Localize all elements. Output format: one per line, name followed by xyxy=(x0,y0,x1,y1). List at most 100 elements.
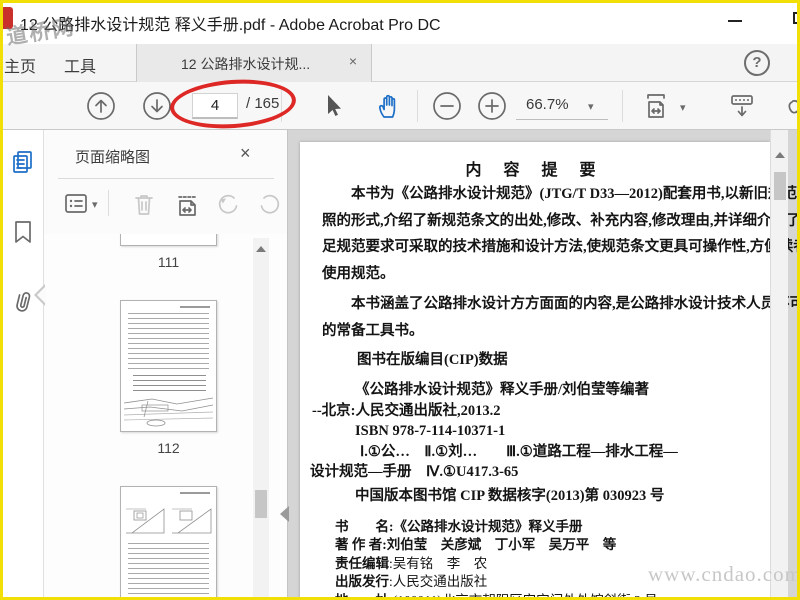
book-info-label: 地 址 xyxy=(335,593,389,600)
thumbnail-list: 111 112 xyxy=(44,234,287,600)
rotate-ccw-icon xyxy=(218,194,238,214)
collapse-toolbar-icon xyxy=(731,95,753,117)
title-bar: 12 公路排水设计规范 释义手册.pdf - Adobe Acrobat Pro… xyxy=(0,0,800,49)
page-thumbnails-panel: 页面缩略图 × ▾ 111 112 xyxy=(44,130,288,600)
summary-line: 本书为《公路排水设计规范》(JTG/T D33—2012)配套用书,以新旧规范条… xyxy=(351,186,800,202)
summary-line: 的常备工具书。 xyxy=(322,322,424,339)
zoom-out-button[interactable] xyxy=(431,90,463,122)
thumbnail-113-header xyxy=(180,492,210,494)
cip-line: 设计规范—手册 Ⅳ.①U417.3-65 xyxy=(310,464,519,480)
tab-document[interactable]: 12 公路排水设计规... × xyxy=(136,44,372,82)
hand-icon xyxy=(378,94,396,118)
tab-bar: 主页 工具 12 公路排水设计规... × ? xyxy=(0,44,800,82)
book-info-label: 出版发行 xyxy=(335,574,389,590)
zoom-level-dropdown[interactable]: 66.7% ▾ xyxy=(516,92,608,120)
window-title: 12 公路排水设计规范 释义手册.pdf - Adobe Acrobat Pro… xyxy=(20,17,441,34)
thumbnail-112-list xyxy=(133,375,206,393)
panel-toolbar-divider xyxy=(108,190,109,216)
zoom-level-value: 66.7% xyxy=(526,96,569,113)
maximize-button[interactable] xyxy=(782,8,800,34)
book-info-value: :(100011)北京市朝阳区安定门外外馆斜街 3 号 xyxy=(389,593,658,600)
thumbnail-page-112[interactable] xyxy=(120,300,217,432)
site-watermark: www.cndao.com xyxy=(648,562,800,586)
book-info-value: :《公路排水设计规范》释义手册 xyxy=(389,519,583,534)
book-info-label: 责任编辑 xyxy=(335,555,389,571)
page-total-label: / 165 xyxy=(246,95,280,112)
panel-scrollbar[interactable] xyxy=(253,238,269,600)
paperclip-icon xyxy=(16,292,31,312)
cip-line: 《公路排水设计规范》释义手册/刘伯莹等编著 xyxy=(355,382,650,398)
chevron-down-icon[interactable]: ▾ xyxy=(92,198,98,211)
cip-line: Ⅰ.①公… Ⅱ.①刘… Ⅲ.①道路工程—排水工程— xyxy=(360,443,678,460)
book-info-value: :刘伯莹 关彦斌 丁小军 吴万平 等 xyxy=(382,537,617,553)
book-info-value: :吴有铭 李 农 xyxy=(389,555,488,571)
fit-width-icon xyxy=(647,94,665,118)
summary-line: 照的形式,介绍了新规范条文的出处,修改、补充内容,修改理由,并详细介绍了为满 xyxy=(322,212,800,229)
document-scrollbar[interactable] xyxy=(770,130,788,600)
rotate-counterclockwise-button[interactable] xyxy=(214,190,242,218)
document-area: 内 容 提 要 本书为《公路排水设计规范》(JTG/T D33—2012)配套用… xyxy=(288,130,800,600)
cursor-arrow-icon xyxy=(328,95,341,116)
page-thumbnails-panel-button[interactable] xyxy=(9,148,37,176)
options-list-icon xyxy=(65,194,87,213)
book-info-label: 书 名 xyxy=(335,519,389,534)
close-panel-icon[interactable]: × xyxy=(240,143,251,164)
thumbnail-113-diagram xyxy=(126,508,212,534)
delete-pages-button[interactable] xyxy=(130,190,158,218)
crop-pages-button[interactable] xyxy=(174,190,202,218)
tab-home[interactable]: 主页 xyxy=(4,53,36,77)
page-number-input[interactable]: 4 xyxy=(192,93,238,119)
bookmarks-panel-button[interactable] xyxy=(9,218,37,246)
minimize-icon xyxy=(728,20,742,22)
collapse-panel-button[interactable] xyxy=(280,506,289,522)
link-tool-button[interactable] xyxy=(786,90,800,122)
arrow-down-circle-icon xyxy=(143,92,171,120)
zoom-in-button[interactable] xyxy=(476,90,508,122)
cip-line: --北京:人民交通出版社,2013.2 xyxy=(312,402,501,419)
thumbnail-page-113[interactable] xyxy=(120,486,217,600)
minimize-button[interactable] xyxy=(718,8,752,34)
attachments-panel-button[interactable] xyxy=(9,288,37,316)
arrow-up-circle-icon xyxy=(87,92,115,120)
document-scrollbar-thumb[interactable] xyxy=(774,172,786,200)
thumbnail-113-text xyxy=(128,543,209,600)
toolbar-divider xyxy=(417,90,418,122)
pdf-page: 内 容 提 要 本书为《公路排水设计规范》(JTG/T D33—2012)配套用… xyxy=(300,142,800,600)
crop-pages-icon xyxy=(178,196,198,216)
help-button[interactable]: ? xyxy=(744,50,770,76)
plus-circle-icon xyxy=(478,92,506,120)
close-tab-icon[interactable]: × xyxy=(349,53,357,69)
thumbnail-label-112: 112 xyxy=(157,440,180,456)
thumbnail-112-header xyxy=(180,306,210,308)
panel-scrollbar-thumb[interactable] xyxy=(255,490,267,518)
previous-page-button[interactable] xyxy=(85,90,117,122)
collapse-toolbar-button[interactable] xyxy=(726,90,758,122)
maximize-icon xyxy=(792,12,800,24)
fit-width-button[interactable] xyxy=(640,90,672,122)
thumbnail-options-button[interactable] xyxy=(62,190,90,218)
panel-title: 页面缩略图 xyxy=(75,149,151,166)
navigation-rail xyxy=(0,130,44,600)
summary-heading: 内 容 提 要 xyxy=(465,162,605,179)
question-icon: ? xyxy=(752,54,762,71)
tab-document-label: 12 公路排水设计规... xyxy=(181,56,311,72)
hand-tool-button[interactable] xyxy=(372,90,404,122)
tab-tools[interactable]: 工具 xyxy=(64,53,96,77)
rotate-clockwise-button[interactable] xyxy=(256,190,284,218)
summary-line: 本书涵盖了公路排水设计方方面面的内容,是公路排水设计技术人员不可多得 xyxy=(351,296,800,312)
next-page-button[interactable] xyxy=(141,90,173,122)
scroll-up-icon[interactable] xyxy=(256,246,266,252)
scroll-up-icon[interactable] xyxy=(775,152,785,158)
minus-circle-icon xyxy=(433,92,461,120)
book-info-block: 书 名:《公路排水设计规范》释义手册 著 作 者:刘伯莹 关彦斌 丁小军 吴万平… xyxy=(335,518,658,600)
rotate-cw-icon xyxy=(260,194,280,214)
cip-block: 《公路排水设计规范》释义手册/刘伯莹等编著 --北京:人民交通出版社,2013.… xyxy=(300,380,760,483)
chevron-down-icon[interactable]: ▾ xyxy=(680,101,686,114)
main-toolbar: 4 / 165 66.7% ▾ ▾ xyxy=(0,75,800,133)
toolbar-divider xyxy=(281,90,282,122)
acrobat-window: 12 公路排水设计规范 释义手册.pdf - Adobe Acrobat Pro… xyxy=(0,0,800,600)
thumbnail-page-111[interactable] xyxy=(120,234,217,246)
select-tool-button[interactable] xyxy=(318,90,350,122)
page-thumbnails-icon xyxy=(13,151,32,173)
link-icon xyxy=(788,99,800,114)
